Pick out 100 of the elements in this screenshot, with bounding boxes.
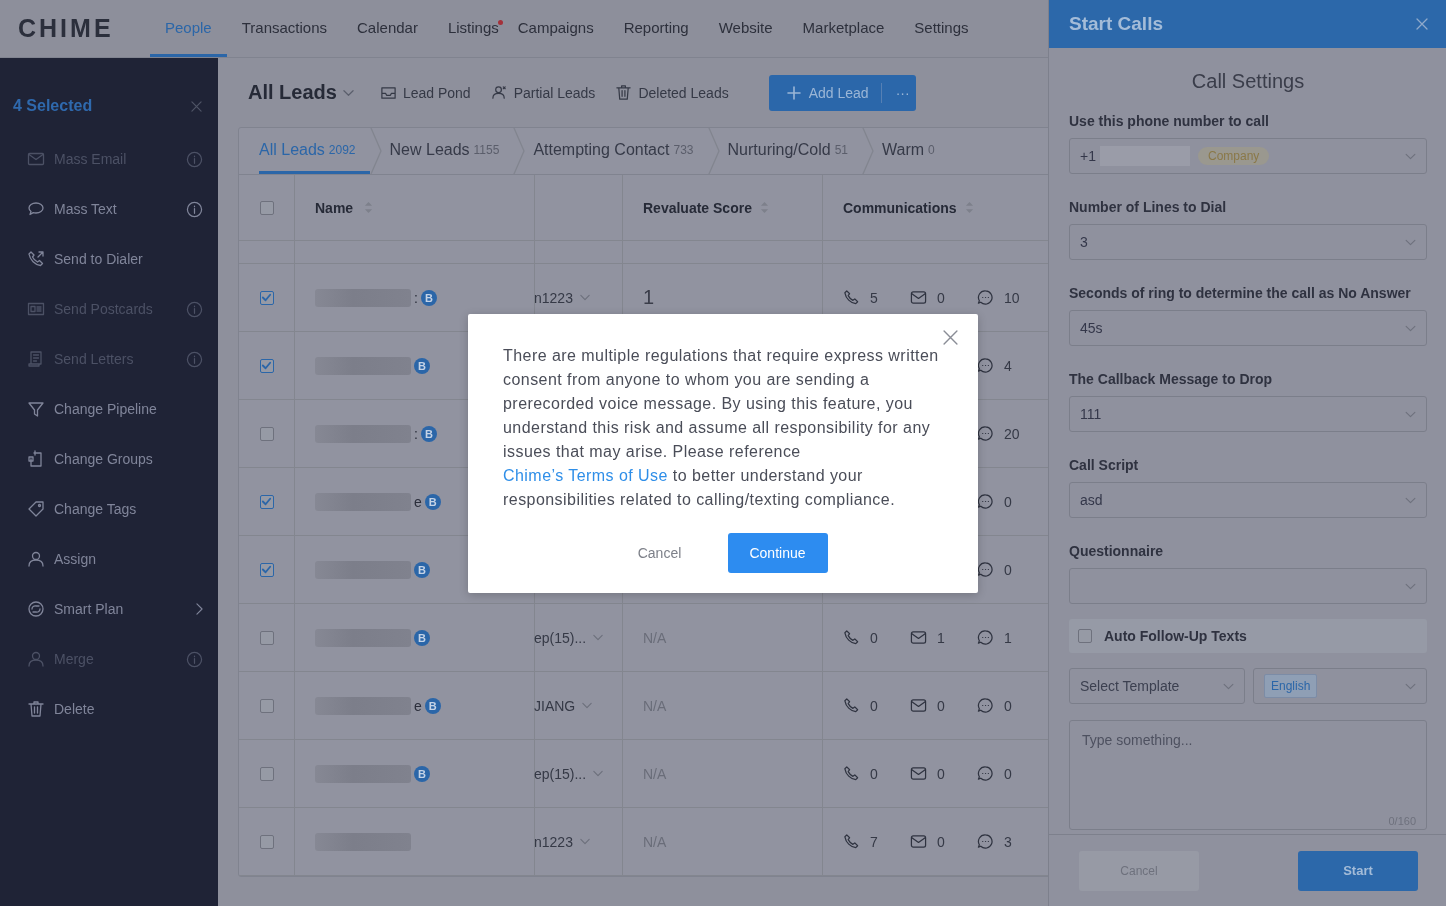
- row-checkbox[interactable]: [259, 698, 274, 713]
- template-dropdown[interactable]: Select Template: [1069, 668, 1245, 704]
- section-heading: Call Settings: [1190, 70, 1306, 93]
- add-lead-button[interactable]: Add Lead ···: [768, 74, 916, 111]
- nav-tab[interactable]: Reporting: [608, 0, 704, 57]
- dropdown-field[interactable]: asd: [1069, 482, 1427, 518]
- envelope-icon: [910, 765, 927, 782]
- chevron-icon: [196, 603, 203, 615]
- document-icon: [27, 350, 45, 368]
- call-count: 7: [870, 833, 878, 850]
- row-checkbox[interactable]: [259, 630, 274, 645]
- start-button[interactable]: Start: [1298, 850, 1418, 891]
- dropdown-field[interactable]: 111: [1069, 396, 1427, 432]
- compliance-message: There are multiple regulations that require express written consent from anyone to whom you are sending a prerecorded voice message. By using this feature, you understand this risk and assume all responsibility for any issues that may arise. Please reference Chime’s Terms of Use to better understand your responsibilities related to calling/texting compliance.: [503, 346, 940, 510]
- close-icon[interactable]: [191, 100, 202, 112]
- field-label: Call Script: [1069, 457, 1140, 473]
- row-checkbox[interactable]: [259, 766, 274, 781]
- sidebar-item[interactable]: Send to Dialer: [0, 234, 218, 284]
- lead-badge: B: [414, 765, 430, 782]
- text-count: 20: [1004, 425, 1020, 442]
- lead-badge: B: [424, 493, 441, 510]
- page-title[interactable]: All Leads: [248, 81, 337, 104]
- nav-tab[interactable]: Marketplace: [787, 0, 900, 57]
- speech-bubble-icon: [27, 200, 45, 218]
- nav-tab[interactable]: Calendar: [342, 0, 433, 57]
- table-cell[interactable]: n1223: [534, 289, 573, 306]
- document-icon: [27, 450, 45, 468]
- toolbar-link[interactable]: Partial Leads: [490, 84, 596, 101]
- sidebar-item[interactable]: Change Groups: [0, 434, 218, 484]
- field-label: Questionnaire: [1069, 543, 1165, 559]
- caret-icon: [342, 88, 354, 97]
- sidebar-item[interactable]: Smart Plan: [0, 584, 218, 634]
- cancel-button[interactable]: Cancel: [627, 533, 692, 573]
- dropdown-field[interactable]: 3: [1069, 224, 1427, 260]
- row-checkbox[interactable]: [259, 358, 274, 373]
- dropdown-field[interactable]: 45s: [1069, 310, 1427, 346]
- field-label: The Callback Message to Drop: [1069, 371, 1274, 387]
- close-icon[interactable]: [1416, 18, 1428, 30]
- envelope-icon: [910, 697, 927, 714]
- row-checkbox[interactable]: [259, 834, 274, 849]
- info-icon: [186, 150, 203, 168]
- select-all-checkbox[interactable]: [259, 200, 274, 215]
- row-checkbox[interactable]: [259, 562, 274, 577]
- caret-icon: [593, 770, 604, 777]
- close-icon[interactable]: [943, 330, 958, 345]
- sidebar-item[interactable]: Mass Text: [0, 184, 218, 234]
- terms-link[interactable]: Chime’s Terms of Use: [503, 467, 668, 484]
- text-count: 4: [1004, 357, 1012, 374]
- dropdown-field[interactable]: [1069, 568, 1427, 604]
- id-card-icon: [27, 300, 45, 318]
- chat-icon: [977, 765, 994, 782]
- language-dropdown[interactable]: English: [1253, 668, 1427, 704]
- sidebar-item[interactable]: Delete: [0, 684, 218, 734]
- checkbox[interactable]: [1078, 629, 1092, 643]
- text-count: 3: [1004, 833, 1012, 850]
- caret-icon: [1405, 238, 1416, 246]
- column-header[interactable]: Revaluate Score: [643, 199, 752, 216]
- logo[interactable]: CHIME: [18, 14, 150, 43]
- person-icon: [27, 650, 45, 668]
- table-cell[interactable]: JIANG: [534, 697, 576, 714]
- phone-icon: [843, 629, 860, 646]
- funnel-icon: [27, 400, 45, 418]
- email-count: 0: [937, 697, 945, 714]
- company-tag: Company: [1197, 147, 1270, 165]
- caret-icon: [582, 702, 593, 709]
- nav-tab[interactable]: Settings: [899, 0, 984, 57]
- inbox-icon: [379, 84, 397, 101]
- nav-tab[interactable]: Website: [703, 0, 788, 57]
- sidebar-item[interactable]: Change Pipeline: [0, 384, 218, 434]
- column-header[interactable]: Name: [315, 199, 354, 216]
- phone-select[interactable]: +1 Company: [1069, 138, 1427, 174]
- caret-icon: [1405, 496, 1416, 504]
- table-cell[interactable]: n1223: [534, 833, 573, 850]
- text-count: 0: [1004, 765, 1012, 782]
- pipeline-tab[interactable]: All Leads 2092: [259, 128, 370, 174]
- text-count: 0: [1004, 697, 1012, 714]
- call-count: 5: [870, 289, 878, 306]
- column-header[interactable]: Communications: [843, 199, 957, 216]
- caret-icon: [579, 294, 590, 301]
- caret-icon: [1405, 410, 1416, 418]
- table-cell[interactable]: ep(15)...: [534, 765, 587, 782]
- lead-badge: B: [414, 629, 430, 646]
- continue-button[interactable]: Continue: [727, 533, 828, 573]
- text-count: 0: [1004, 561, 1012, 578]
- sidebar-item[interactable]: Assign: [0, 534, 218, 584]
- info-icon: [186, 350, 203, 368]
- table-cell[interactable]: ep(15)...: [534, 629, 587, 646]
- nav-tab[interactable]: Transactions: [226, 0, 343, 57]
- toolbar-link[interactable]: Deleted Leads: [615, 84, 729, 101]
- row-checkbox[interactable]: [259, 494, 274, 509]
- more-menu[interactable]: ···: [889, 84, 916, 101]
- selection-count: 4 Selected: [13, 97, 93, 115]
- person-icon: [490, 84, 508, 101]
- row-checkbox[interactable]: [259, 290, 274, 305]
- sidebar-item[interactable]: Change Tags: [0, 484, 218, 534]
- toolbar-link[interactable]: Lead Pond: [379, 84, 471, 101]
- email-count: 0: [937, 289, 945, 306]
- row-checkbox[interactable]: [259, 426, 274, 441]
- text-count: 1: [1004, 629, 1012, 646]
- chat-icon: [977, 833, 994, 850]
